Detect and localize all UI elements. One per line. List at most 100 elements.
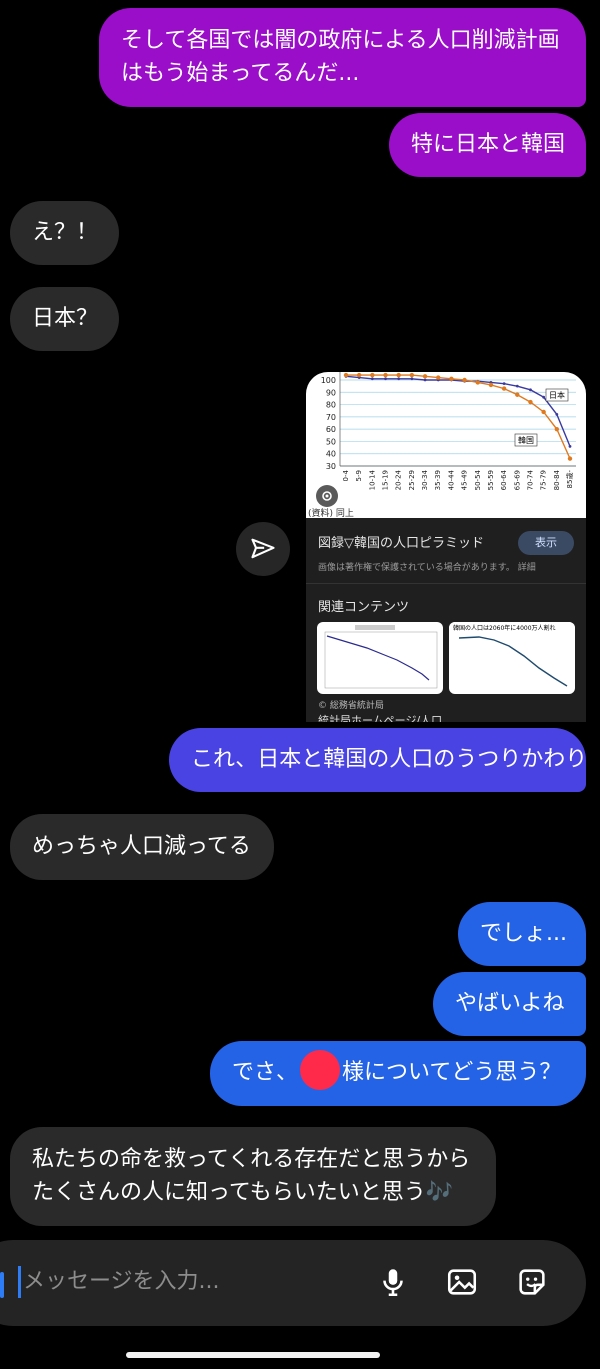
thumbnail-caption: 統計局ホームページ/人口... [318,714,453,722]
message-text: 様についてどう思う？ [342,1060,562,1085]
x-tick-label: 80-84 [553,469,561,490]
data-point [555,413,559,416]
x-tick-label: 50-54 [474,469,482,490]
sticker-icon[interactable] [512,1262,552,1302]
x-tick-label: 45-49 [461,470,469,490]
x-tick-label: 55-59 [487,470,495,490]
received-message[interactable]: めっちゃ人口減ってる [10,814,274,880]
received-message[interactable]: 日本？ [10,287,119,351]
data-point [370,372,375,378]
x-tick-label: 40-44 [447,469,455,490]
x-tick-label: 15-19 [382,470,390,490]
divider [306,583,586,584]
sent-message[interactable]: これ、日本と韓国の人口のうつりかわり [169,728,588,792]
data-point [568,444,572,448]
y-tick-label: 50 [326,437,336,446]
data-point [422,374,428,379]
thumb2-title: 韓国の人口は2060年に4000万人割れ [453,624,556,632]
microphone-icon[interactable] [373,1262,413,1302]
data-point [449,376,454,381]
data-point [515,392,520,397]
data-point [502,382,506,386]
message-text: でさ、 [232,1060,299,1085]
message-text: これ、日本と韓国の人口のうつりかわり [191,747,588,772]
message-text: めっちゃ人口減ってる [32,834,251,859]
data-point [529,388,532,392]
copyright-note: 画像は著作権で保護されている場合があります。 詳細 [318,563,536,573]
sent-message[interactable]: でしょ... [458,902,586,966]
redacted-mark [300,1050,341,1090]
y-tick-label: 40 [326,450,336,459]
data-point [567,456,573,461]
sent-message[interactable]: そして各国では闇の政府による人口削減計画 はもう始まってるんだ... [99,8,586,107]
home-indicator [126,1352,380,1358]
x-tick-label: 5-9 [355,470,363,481]
x-tick-label: 10-14 [368,469,376,490]
y-tick-label: 80 [326,401,336,410]
y-tick-label: 100 [321,376,336,385]
data-point [475,380,480,385]
sent-message[interactable]: でさ、 様についてどう思う？ [210,1041,586,1106]
data-point [383,372,388,378]
data-point [370,377,374,381]
message-text: でしょ... [480,921,567,946]
message-text: そして各国では闇の政府による人口削減計画 [121,28,560,53]
image-icon[interactable] [442,1262,482,1302]
received-message[interactable]: 私たちの命を救ってくれる存在だと思うから たくさんの人に知ってもらいたいと思う🎶 [10,1127,496,1226]
population-chart: 30 40 50 60 70 80 90 100 0-4 5-9 10-14 15-19 20-24 25… [321,372,576,490]
x-tick-label: 30-34 [421,469,429,490]
data-point [554,426,560,432]
data-point [515,384,519,388]
send-icon [251,538,275,559]
x-tick-label: 70-74 [526,469,534,490]
data-point [462,377,467,383]
related-heading: 関連コンテンツ [318,600,410,615]
data-point [501,386,507,391]
legend-japan: 日本 [549,390,565,400]
y-tick-label: 60 [326,425,336,434]
x-tick-label: 60-64 [500,469,508,490]
message-text: やばいよね [455,991,565,1016]
source-label: © 総務省統計局 [318,701,384,711]
sent-message[interactable]: やばいよね [433,972,586,1036]
sent-message[interactable]: 特に日本と韓国 [389,113,586,177]
data-point [488,382,494,388]
x-tick-label: 0-4 [342,469,350,481]
data-point [384,377,387,381]
action-edge[interactable] [0,1272,4,1298]
x-tick-label: 25-29 [408,470,416,490]
x-tick-label: 35-39 [434,470,442,490]
message-text: 特に日本と韓国 [411,132,566,157]
data-point [356,372,362,378]
message-text: 日本？ [32,306,99,331]
received-message[interactable]: え？！ [10,201,119,265]
y-tick-label: 90 [326,388,336,397]
message-text: はもう始まってるんだ... [121,61,360,86]
card-title: 図録▽韓国の人口ピラミッド [318,536,484,551]
related-thumbnail-2[interactable]: 韓国の人口は2060年に4000万人割れ [449,622,575,694]
message-text: 私たちの命を救ってくれる存在だと思うから [32,1147,471,1172]
y-tick-label: 70 [326,413,336,422]
data-point [410,377,414,381]
chart-image[interactable]: 30 40 50 60 70 80 90 100 0-4 5-9 10-14 15-19 20-24 25… [306,372,586,519]
data-point [409,372,415,378]
message-text: たくさんの人に知ってもらいたいと思う🎶 [32,1180,454,1205]
x-tick-label: 75-79 [540,470,548,490]
shared-image-card[interactable]: 30 40 50 60 70 80 90 100 0-4 5-9 10-14 15-19 20-24 25… [306,372,586,722]
y-tick-label: 30 [326,462,336,471]
legend-korea: 韓国 [518,435,534,445]
data-point [542,395,546,399]
data-point [343,372,349,378]
lens-icon[interactable] [316,485,338,507]
data-point [396,372,401,378]
related-thumbnail-1[interactable] [317,622,443,694]
data-point [541,409,546,415]
message-text: え？！ [32,220,99,245]
x-tick-label: 20-24 [395,469,403,490]
x-tick-label: 85歳- [565,470,574,489]
message-input[interactable]: メッセージを入力... [18,1266,220,1298]
x-tick-label: 65-69 [513,470,521,490]
share-button[interactable] [236,522,290,576]
chart-source-label: (資料) 同上 [308,509,354,519]
show-button[interactable]: 表示 [518,531,574,555]
